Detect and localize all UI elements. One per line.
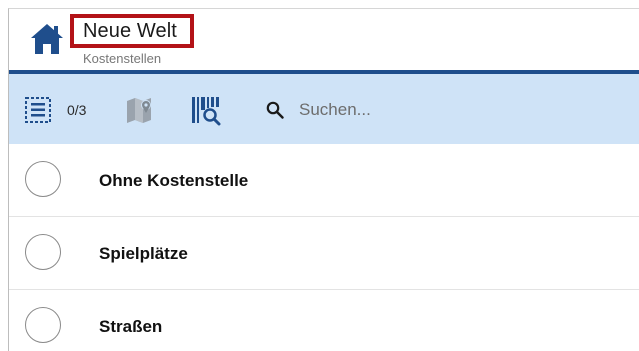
barcode-search-icon[interactable] [190, 94, 222, 126]
list-select-icon[interactable] [25, 97, 51, 123]
search-input[interactable] [299, 94, 619, 126]
list-item-label: Straßen [99, 317, 163, 336]
radio-button[interactable] [25, 307, 61, 343]
app-header: Neue Welt Kostenstellen [9, 9, 639, 71]
search-icon[interactable] [266, 101, 284, 119]
page-subtitle: Kostenstellen [83, 51, 162, 66]
map-pin-icon[interactable] [125, 95, 155, 125]
list-item-label: Ohne Kostenstelle [99, 171, 249, 190]
list-item[interactable]: Straßen [9, 290, 639, 351]
list-item[interactable]: Spielplätze [9, 217, 639, 290]
selection-count: 0/3 [67, 102, 87, 118]
radio-button[interactable] [25, 161, 61, 197]
app-window: Neue Welt Kostenstellen 0/3 Suchen... Oh… [8, 8, 639, 351]
toolbar: 0/3 [9, 74, 639, 144]
cost-center-list: Ohne Kostenstelle Spielplätze Straßen [9, 144, 639, 351]
home-icon[interactable] [29, 21, 65, 57]
radio-button[interactable] [25, 234, 61, 270]
list-item-label: Spielplätze [99, 244, 188, 263]
list-item[interactable]: Ohne Kostenstelle [9, 144, 639, 217]
page-title: Neue Welt [83, 20, 177, 42]
